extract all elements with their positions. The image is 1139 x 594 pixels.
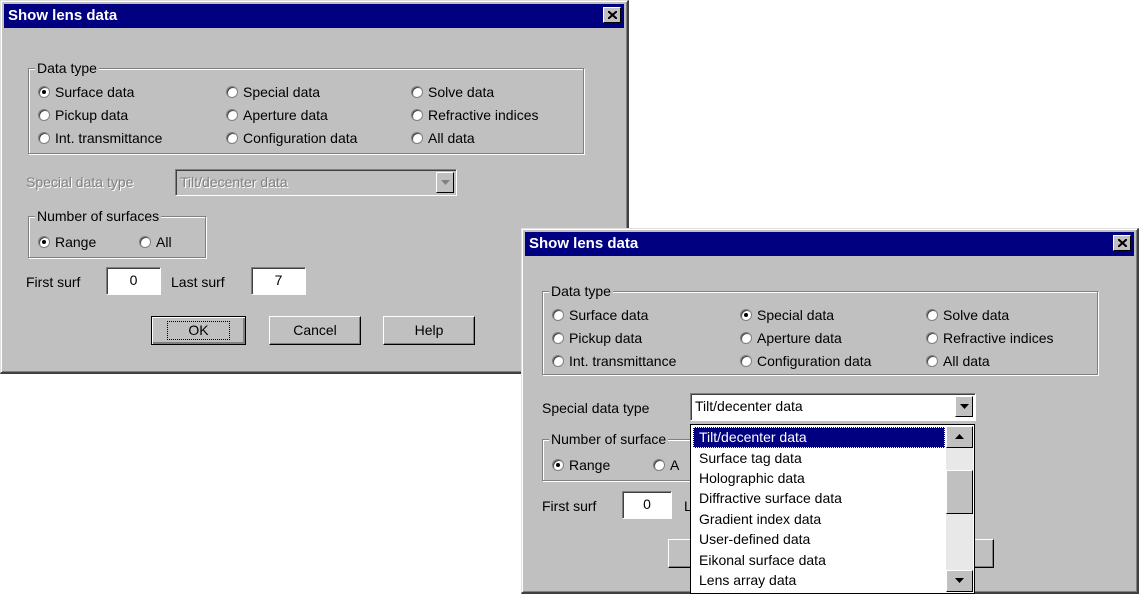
dropdown-button[interactable]	[436, 172, 454, 193]
title-bar[interactable]: Show lens data	[525, 232, 1134, 256]
first-surf-label: First surf	[542, 498, 597, 514]
last-surf-input[interactable]: 7	[251, 267, 306, 295]
first-surf-label: First surf	[26, 274, 81, 290]
list-item[interactable]: Diffractive surface data	[693, 488, 945, 509]
special-data-type-label: Special data type	[542, 400, 650, 416]
list-item[interactable]: Holographic data	[693, 468, 945, 489]
scroll-thumb[interactable]	[946, 470, 973, 514]
close-button[interactable]	[1113, 235, 1131, 251]
close-icon	[1118, 239, 1127, 247]
cancel-button[interactable]: Cancel	[269, 316, 361, 345]
first-surf-input[interactable]: 0	[622, 491, 672, 519]
list-item[interactable]: Gradient index data	[693, 509, 945, 530]
arrow-up-icon	[955, 434, 964, 439]
special-data-type-value: Tilt/decenter data	[695, 398, 803, 414]
special-data-type-label: Special data type	[26, 174, 134, 190]
data-type-legend: Data type	[549, 282, 613, 300]
list-item[interactable]: Surface tag data	[693, 448, 945, 469]
number-of-surfaces-legend: Number of surfaces	[35, 207, 162, 225]
data-type-legend: Data type	[35, 59, 99, 77]
first-surf-input[interactable]: 0	[106, 267, 161, 295]
scroll-down-button[interactable]	[946, 570, 973, 592]
dialog-title: Show lens data	[529, 235, 639, 252]
special-data-type-select[interactable]: Tilt/decenter data	[175, 169, 457, 196]
close-icon	[608, 11, 617, 19]
title-bar[interactable]: Show lens data	[4, 4, 624, 28]
dropdown-button[interactable]	[955, 396, 973, 417]
chevron-down-icon	[441, 180, 450, 185]
arrow-down-icon	[955, 578, 964, 583]
list-item[interactable]: Tilt/decenter data	[693, 427, 945, 448]
close-button[interactable]	[603, 7, 621, 23]
last-surf-label: Last surf	[171, 274, 225, 290]
special-data-type-value: Tilt/decenter data	[180, 174, 288, 190]
special-data-type-dropdown-list[interactable]: Tilt/decenter data Surface tag data Holo…	[690, 424, 975, 594]
list-item[interactable]: Eikonal surface data	[693, 550, 945, 571]
ok-button[interactable]: OK	[151, 316, 246, 345]
help-button[interactable]: Help	[383, 316, 475, 345]
list-item[interactable]: Lens array data	[693, 570, 945, 591]
chevron-down-icon	[960, 404, 969, 409]
scroll-up-button[interactable]	[946, 426, 973, 448]
number-of-surfaces-legend: Number of surface	[549, 430, 669, 448]
list-item[interactable]: User-defined data	[693, 529, 945, 550]
scrollbar[interactable]	[946, 426, 973, 592]
special-data-type-select[interactable]: Tilt/decenter data	[690, 393, 976, 421]
dialog-title: Show lens data	[8, 7, 118, 24]
